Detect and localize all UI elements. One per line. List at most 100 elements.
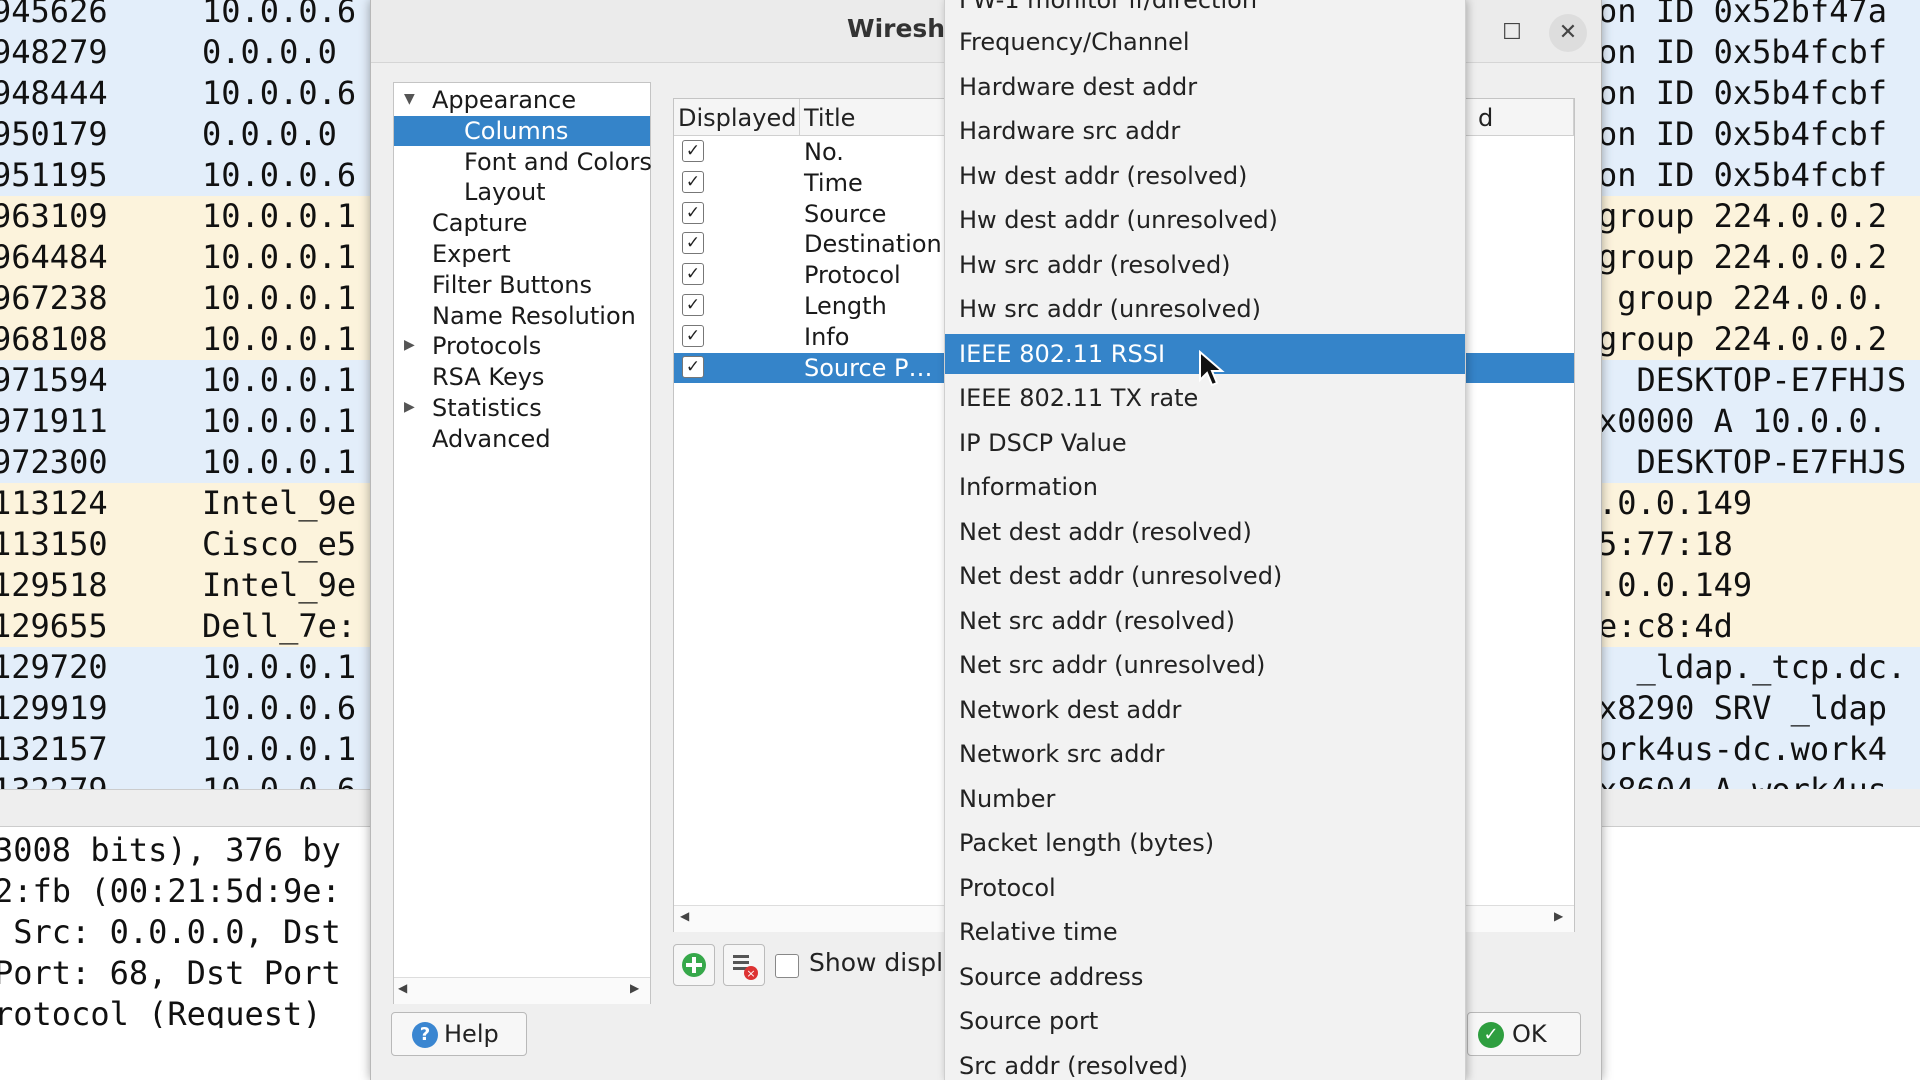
ok-button[interactable]: ✓ OK xyxy=(1467,1012,1581,1056)
packet-cell-info: 5:77:18 xyxy=(1598,525,1733,563)
menu-item[interactable]: Frequency/Channel xyxy=(945,22,1465,62)
menu-item[interactable]: Hw dest addr (resolved) xyxy=(945,156,1465,196)
menu-item[interactable]: Net src addr (unresolved) xyxy=(945,645,1465,685)
packet-cell-info: on ID 0x52bf47a xyxy=(1598,0,1887,30)
scroll-left-icon[interactable]: ◀ xyxy=(680,909,689,923)
menu-item[interactable]: Hw dest addr (unresolved) xyxy=(945,200,1465,240)
tree-item-advanced[interactable]: Advanced xyxy=(432,424,551,454)
menu-item-label: Net src addr (unresolved) xyxy=(959,651,1266,679)
menu-item[interactable]: IP DSCP Value xyxy=(945,423,1465,463)
tree-item-filter-buttons[interactable]: Filter Buttons xyxy=(432,270,592,300)
detail-line[interactable]: Src: 0.0.0.0, Dst xyxy=(0,912,394,952)
packet-cell-info: on ID 0x5b4fcbf xyxy=(1598,74,1887,112)
menu-item[interactable]: Packet length (bytes) xyxy=(945,823,1465,863)
tree-item-statistics[interactable]: Statistics xyxy=(432,393,542,423)
packet-cell-no: 964484 xyxy=(0,238,108,276)
menu-item[interactable]: Source address xyxy=(945,957,1465,997)
displayed-checkbox[interactable]: ✓ xyxy=(682,201,704,224)
menu-item[interactable]: Net src addr (resolved) xyxy=(945,601,1465,641)
menu-item[interactable]: Hardware src addr xyxy=(945,111,1465,151)
menu-item[interactable]: Hw src addr (resolved) xyxy=(945,245,1465,285)
packet-cell-no: 945626 xyxy=(0,0,108,30)
packet-cell-info: _ldap._tcp.dc. xyxy=(1598,648,1907,686)
menu-item[interactable]: Information xyxy=(945,467,1465,507)
menu-item-label: Net dest addr (resolved) xyxy=(959,517,1252,546)
show-displayed-checkbox[interactable] xyxy=(775,954,799,978)
displayed-checkbox[interactable]: ✓ xyxy=(682,140,704,162)
packet-cell-src: 10.0.0.1 xyxy=(202,730,357,768)
displayed-checkbox[interactable]: ✓ xyxy=(682,170,704,193)
tree-item-name-resolution[interactable]: Name Resolution xyxy=(432,301,636,331)
menu-item-label: Information xyxy=(959,473,1098,501)
scroll-right-icon[interactable]: ▶ xyxy=(1554,909,1563,923)
packet-cell-no: 129518 xyxy=(0,566,108,604)
packet-cell-src: 10.0.0.1 xyxy=(202,402,357,440)
menu-item-label: Hardware src addr xyxy=(959,117,1181,145)
column-title: Protocol xyxy=(804,261,901,290)
menu-item-label: Number xyxy=(959,784,1056,813)
scroll-right-icon[interactable]: ▶ xyxy=(630,981,639,995)
help-icon: ? xyxy=(412,1022,438,1048)
menu-item[interactable]: Network src addr xyxy=(945,734,1465,774)
tree-item-font-and-colors[interactable]: Font and Colors xyxy=(464,147,652,177)
header-displayed[interactable]: Displayed xyxy=(674,99,800,135)
packet-cell-no: 971594 xyxy=(0,361,108,399)
add-column-button[interactable] xyxy=(673,944,715,986)
ok-label: OK xyxy=(1512,1020,1547,1048)
packet-cell-info: .0.0.149 xyxy=(1598,566,1753,604)
column-title: Length xyxy=(804,292,887,320)
packet-cell-src: 0.0.0.0 xyxy=(202,33,337,71)
chevron-down-icon[interactable]: ▼ xyxy=(404,91,415,107)
remove-column-button[interactable]: × xyxy=(723,944,765,986)
detail-line[interactable]: Port: 68, Dst Port xyxy=(0,953,394,993)
menu-item[interactable]: Network dest addr xyxy=(945,690,1465,730)
packet-cell-src: Intel_9e xyxy=(202,566,357,604)
scroll-left-icon[interactable]: ◀ xyxy=(398,981,407,995)
packet-cell-src: 10.0.0.1 xyxy=(202,197,357,235)
tree-item-capture[interactable]: Capture xyxy=(432,208,527,238)
displayed-checkbox[interactable]: ✓ xyxy=(682,263,704,286)
menu-item-partial[interactable]: FW-1 monitor if/direction xyxy=(945,0,1465,20)
packet-cell-info: group 224.0.0. xyxy=(1598,279,1887,317)
menu-item-label: Packet length (bytes) xyxy=(959,829,1215,857)
displayed-checkbox[interactable]: ✓ xyxy=(682,294,704,316)
menu-item[interactable]: Src addr (resolved) xyxy=(945,1046,1465,1080)
tree-item-appearance[interactable]: Appearance xyxy=(432,85,576,115)
help-button[interactable]: ? Help xyxy=(391,1012,527,1056)
plus-icon xyxy=(682,953,706,977)
tree-item-columns[interactable]: Columns xyxy=(464,116,568,146)
menu-item[interactable]: Number xyxy=(945,779,1465,819)
menu-item-label: Hw src addr (resolved) xyxy=(959,250,1231,279)
menu-item[interactable]: Protocol xyxy=(945,868,1465,908)
menu-item-label: Frequency/Channel xyxy=(959,28,1190,56)
menu-item[interactable]: Source port xyxy=(945,1001,1465,1041)
packet-cell-src: 0.0.0.0 xyxy=(202,115,337,153)
maximize-icon[interactable]: ☐ xyxy=(1493,14,1531,52)
tree-horizontal-scrollbar[interactable]: ◀ ▶ xyxy=(394,977,650,1004)
tree-item-protocols[interactable]: Protocols xyxy=(432,331,541,361)
tree-item-rsa-keys[interactable]: RSA Keys xyxy=(432,362,544,392)
tree-item-expert[interactable]: Expert xyxy=(432,239,511,269)
displayed-checkbox[interactable]: ✓ xyxy=(682,324,704,347)
menu-item[interactable]: Net dest addr (resolved) xyxy=(945,512,1465,552)
detail-line[interactable]: 2:fb (00:21:5d:9e: xyxy=(0,871,394,911)
menu-item[interactable]: Hardware dest addr xyxy=(945,67,1465,107)
tree-item-layout[interactable]: Layout xyxy=(464,177,546,207)
menu-item[interactable]: Hw src addr (unresolved) xyxy=(945,289,1465,329)
packet-cell-no: 132157 xyxy=(0,730,108,768)
displayed-checkbox[interactable]: ✓ xyxy=(682,355,704,378)
detail-line[interactable]: 3008 bits), 376 by xyxy=(0,830,394,870)
menu-item[interactable]: Net dest addr (unresolved) xyxy=(945,556,1465,596)
packet-cell-src: 10.0.0.1 xyxy=(202,320,357,358)
chevron-right-icon[interactable]: ▶ xyxy=(404,337,415,353)
packet-cell-info: group 224.0.0.2 xyxy=(1598,238,1887,276)
close-icon[interactable]: ✕ xyxy=(1549,14,1587,52)
column-title: Info xyxy=(804,322,850,351)
chevron-right-icon[interactable]: ▶ xyxy=(404,399,415,415)
packet-cell-info: on ID 0x5b4fcbf xyxy=(1598,33,1887,71)
displayed-checkbox[interactable]: ✓ xyxy=(682,232,704,255)
column-title: Destination xyxy=(804,230,942,259)
header-field-occurrence[interactable]: d Occurr xyxy=(1474,99,1574,135)
column-title: No. xyxy=(804,138,844,166)
menu-item[interactable]: Relative time xyxy=(945,912,1465,952)
